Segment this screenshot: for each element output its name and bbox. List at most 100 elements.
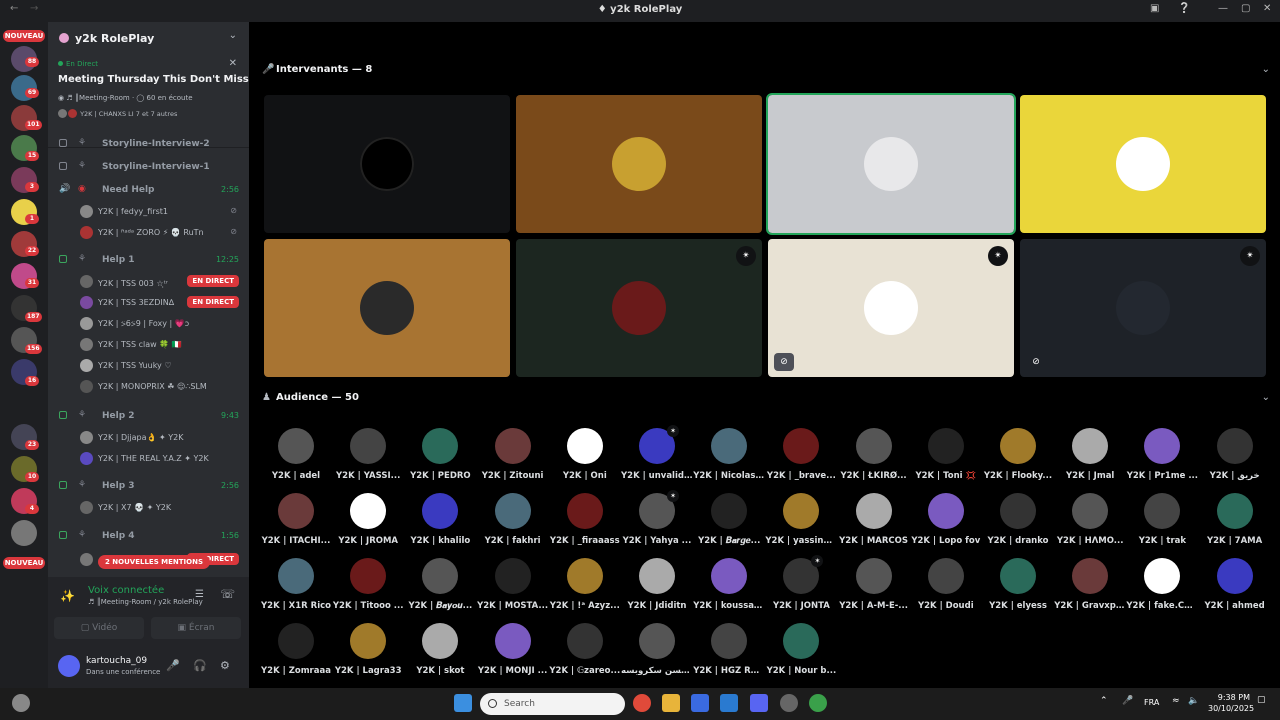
file-explorer-icon[interactable] bbox=[662, 694, 680, 712]
new-mentions-pill[interactable]: 2 NOUVELLES MENTIONS bbox=[98, 555, 211, 569]
widgets-icon[interactable] bbox=[12, 694, 30, 712]
speaker-tile[interactable] bbox=[516, 95, 762, 233]
chevron-down-icon[interactable]: ⌄ bbox=[1262, 392, 1270, 403]
audience-member[interactable]: Y2K | _firaaass bbox=[549, 493, 621, 558]
audience-member[interactable]: Y2K | HΛMO... bbox=[1054, 493, 1126, 558]
voice-user[interactable]: Y2K | TSS 3EZDIN∆ EN DIRECT bbox=[48, 294, 249, 312]
audience-member[interactable]: Y2K | MONJI ... bbox=[477, 623, 549, 688]
video-button[interactable]: ▢ Vidéo bbox=[54, 617, 144, 639]
chevron-up-icon[interactable]: ⌃ bbox=[1100, 696, 1108, 706]
volume-icon[interactable]: 🔈 bbox=[1188, 696, 1199, 706]
live-event-card[interactable]: En Direct ✕ Meeting Thursday This Don't … bbox=[48, 52, 249, 148]
disconnect-icon[interactable]: ☏ bbox=[220, 587, 235, 601]
audience-member[interactable]: Y2K | _brave... bbox=[765, 428, 837, 493]
microphone-icon[interactable]: 🎤 bbox=[1122, 696, 1133, 706]
audience-member[interactable]: Y2K | خريق bbox=[1199, 428, 1271, 493]
audience-member[interactable]: Y2K | Lopo fov bbox=[910, 493, 982, 558]
notification-icon[interactable]: ▢ bbox=[1257, 695, 1266, 705]
speaker-tile[interactable]: ✴ ⊘ bbox=[768, 239, 1014, 377]
audience-member[interactable]: Y2K | 𝑩𝒂𝒚𝒐𝒖... bbox=[404, 558, 476, 623]
audience-member[interactable]: هسن سكروبسه hsn... bbox=[621, 623, 693, 688]
microphone-icon[interactable]: 🎤 bbox=[166, 659, 180, 672]
audience-member[interactable]: Y2K | MOSTA... bbox=[477, 558, 549, 623]
voice-user[interactable]: Y2K | ᴿᵃᵈᵃ ZORO ⚡ 💀 RuTn ⊘ bbox=[48, 224, 249, 242]
audience-member[interactable]: Y2K | Oni bbox=[549, 428, 621, 493]
audience-member[interactable]: Y2K | yassine ... bbox=[765, 493, 837, 558]
audience-member[interactable]: Y2K | Pr1me ... bbox=[1126, 428, 1198, 493]
voice-user[interactable]: Y2K | TSS 003 ☆ฺᵗʳ EN DIRECT bbox=[48, 273, 249, 291]
taskbar-search[interactable]: Search bbox=[480, 693, 625, 715]
audience-member[interactable]: Y2K | Nicolas ... bbox=[693, 428, 765, 493]
close-icon[interactable]: ✕ bbox=[229, 58, 237, 69]
audience-member[interactable]: Y2K | A-M-E-... bbox=[838, 558, 910, 623]
audience-member[interactable]: Y2K | Gravxpi... bbox=[1054, 558, 1126, 623]
audience-member[interactable]: Y2K | 𝔾zareo... bbox=[549, 623, 621, 688]
soundboard-icon[interactable]: ☰ bbox=[195, 589, 204, 600]
audience-member[interactable]: Y2K | fakhri bbox=[477, 493, 549, 558]
voice-user[interactable]: Y2K | TSS Yuuky ♡ bbox=[48, 357, 249, 375]
help-icon[interactable]: ❔ bbox=[1178, 3, 1190, 14]
store-icon[interactable] bbox=[691, 694, 709, 712]
audience-member[interactable]: Y2K | unvalid ... ✶ bbox=[621, 425, 693, 493]
speaker-tile[interactable]: ✴ bbox=[516, 239, 762, 377]
audience-member[interactable]: Y2K | JROMA bbox=[332, 493, 404, 558]
audience-member[interactable]: Y2K | dranko bbox=[982, 493, 1054, 558]
speaker-tile[interactable] bbox=[766, 93, 1016, 235]
avatar[interactable] bbox=[58, 655, 80, 677]
steam-icon[interactable] bbox=[780, 694, 798, 712]
audience-member[interactable]: Y2K | elyess bbox=[982, 558, 1054, 623]
inbox-icon[interactable]: ▣ bbox=[1150, 3, 1159, 14]
audience-member[interactable]: Y2K | Zomraaa bbox=[260, 623, 332, 688]
voice-user[interactable]: Y2K | THE REAL Y.A.Z ✦ Y2K bbox=[48, 450, 249, 468]
channel-storyline-interview-1[interactable]: ⚘ Storyline-Interview-1 bbox=[48, 159, 249, 177]
audience-member[interactable]: Y2K | khalilo bbox=[404, 493, 476, 558]
audience-member[interactable]: Y2K | ŁKIRØ... bbox=[838, 428, 910, 493]
channel-need-help[interactable]: 🔊 ◉ Need Help 2:56 bbox=[48, 182, 249, 200]
chrome-icon[interactable] bbox=[633, 694, 651, 712]
audience-member[interactable]: Y2K | adel bbox=[260, 428, 332, 493]
chrome-icon[interactable] bbox=[809, 694, 827, 712]
headphones-icon[interactable]: 🎧 bbox=[193, 659, 207, 672]
wifi-icon[interactable]: ≈ bbox=[1172, 696, 1180, 706]
audience-member[interactable]: Y2K | MARCOS bbox=[838, 493, 910, 558]
server-icon[interactable] bbox=[11, 520, 37, 546]
username[interactable]: kartoucha_09 bbox=[86, 656, 147, 666]
audience-member[interactable]: Y2K | Zitouni bbox=[477, 428, 549, 493]
discord-icon[interactable] bbox=[750, 694, 768, 712]
outlook-icon[interactable] bbox=[720, 694, 738, 712]
audience-member[interactable]: Y2K | Doudi bbox=[910, 558, 982, 623]
audience-member[interactable]: Y2K | Toni 💢 bbox=[910, 428, 982, 493]
clock[interactable]: 9:38 PM 30/10/2025 bbox=[1208, 692, 1254, 714]
voice-user[interactable]: Y2K | fedyy_first1 ⊘ bbox=[48, 203, 249, 221]
voice-user[interactable]: Y2K | TSS claw 🍀 🇮🇹 bbox=[48, 336, 249, 354]
start-icon[interactable] bbox=[454, 694, 472, 712]
audience-member[interactable]: Y2K | trak bbox=[1126, 493, 1198, 558]
channel-help-3[interactable]: ⚘ Help 3 2:56 bbox=[48, 478, 249, 496]
audience-member[interactable]: Y2K | ITACHI... bbox=[260, 493, 332, 558]
audience-member[interactable]: Y2K | Yahya ... ✶ bbox=[621, 490, 693, 558]
chevron-down-icon[interactable]: ⌄ bbox=[1262, 64, 1270, 75]
voice-user[interactable]: Y2K | X7 💀 ✦ Y2K bbox=[48, 499, 249, 517]
audience-member[interactable]: Y2K | skot bbox=[404, 623, 476, 688]
audience-member[interactable]: Y2K | YASSI... bbox=[332, 428, 404, 493]
server-header[interactable]: y2k RolePlay bbox=[59, 32, 154, 45]
audience-member[interactable]: Y2K | JONTA ✶ bbox=[765, 555, 837, 623]
audience-member[interactable]: Y2K | Lagra33 bbox=[332, 623, 404, 688]
audience-member[interactable]: Y2K | 7AMA bbox=[1199, 493, 1271, 558]
voice-user[interactable]: Y2K | Djjapa👌 ✦ Y2K bbox=[48, 429, 249, 447]
audience-member[interactable]: Y2K | HGZ RA... bbox=[693, 623, 765, 688]
speaker-tile[interactable] bbox=[264, 95, 510, 233]
screen-share-button[interactable]: ▣ Écran bbox=[151, 617, 241, 639]
audience-member[interactable]: Y2K | koussay... bbox=[693, 558, 765, 623]
audience-member[interactable]: Y2K | 𝑩𝒂𝒓𝒈𝒆... bbox=[693, 493, 765, 558]
channel-help-2[interactable]: ⚘ Help 2 9:43 bbox=[48, 408, 249, 426]
voice-user[interactable]: Y2K | ⍩6⍩9 | Foxy | 💗ↄ bbox=[48, 315, 249, 333]
audience-member[interactable]: Y2K | X1R Rico bbox=[260, 558, 332, 623]
audience-member[interactable]: Y2K | Jmal bbox=[1054, 428, 1126, 493]
audience-member[interactable]: Y2K | fake.Ca... bbox=[1126, 558, 1198, 623]
voice-status[interactable]: Voix connectée bbox=[88, 585, 164, 596]
audience-member[interactable]: Y2K | Titooo ... bbox=[332, 558, 404, 623]
gear-icon[interactable]: ⚙ bbox=[220, 659, 230, 672]
audience-member[interactable]: Y2K | Flooky... bbox=[982, 428, 1054, 493]
language-indicator[interactable]: FRA bbox=[1144, 698, 1159, 707]
